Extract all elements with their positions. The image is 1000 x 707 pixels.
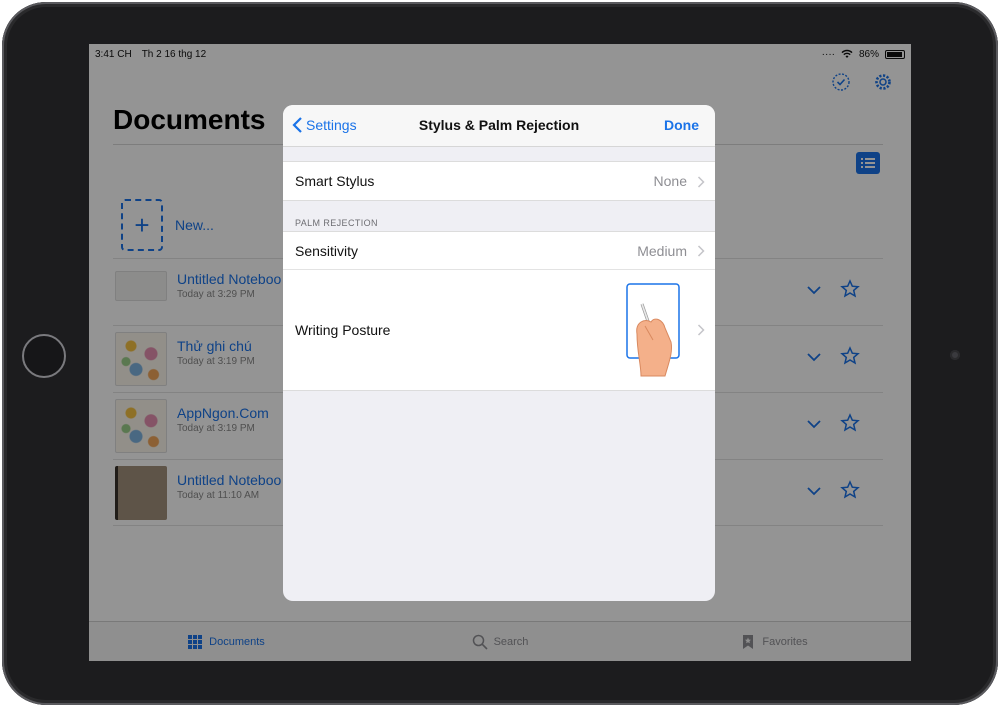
modal-nav-bar: Settings Stylus & Palm Rejection Done bbox=[283, 105, 715, 147]
ipad-screen: 3:41 CH Th 2 16 thg 12 ···· 86% Document… bbox=[89, 44, 911, 661]
smart-stylus-label: Smart Stylus bbox=[295, 173, 375, 189]
sensitivity-value: Medium bbox=[637, 243, 687, 259]
sensitivity-row[interactable]: Sensitivity Medium bbox=[283, 232, 715, 270]
chevron-right-icon bbox=[697, 324, 705, 336]
palm-rejection-group: Sensitivity Medium Writing Posture bbox=[283, 231, 715, 391]
modal-title: Stylus & Palm Rejection bbox=[418, 117, 580, 133]
settings-modal: Settings Stylus & Palm Rejection Done Sm… bbox=[283, 105, 715, 601]
smart-stylus-row[interactable]: Smart Stylus None bbox=[283, 161, 715, 201]
camera-lens bbox=[950, 350, 960, 360]
palm-rejection-header: PALM REJECTION bbox=[295, 218, 378, 228]
writing-posture-label: Writing Posture bbox=[295, 322, 391, 338]
sensitivity-label: Sensitivity bbox=[295, 243, 359, 259]
smart-stylus-value: None bbox=[653, 173, 687, 189]
home-button[interactable] bbox=[22, 334, 66, 378]
writing-posture-hand-icon bbox=[626, 283, 680, 377]
chevron-right-icon bbox=[697, 245, 705, 257]
chevron-right-icon bbox=[697, 176, 705, 188]
writing-posture-row[interactable]: Writing Posture bbox=[283, 270, 715, 391]
done-button[interactable]: Done bbox=[664, 117, 699, 133]
